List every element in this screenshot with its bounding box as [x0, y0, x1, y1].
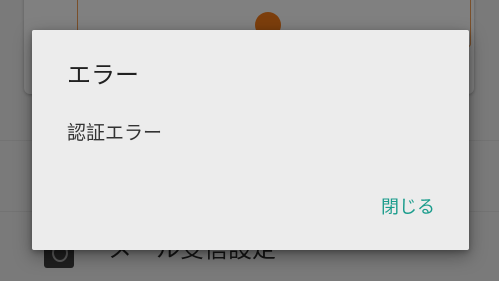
close-button[interactable]: 閉じる [367, 188, 449, 228]
error-dialog: エラー 認証エラー 閉じる [32, 30, 469, 250]
dialog-title: エラー [67, 61, 139, 89]
dialog-message: 認証エラー [67, 122, 163, 144]
